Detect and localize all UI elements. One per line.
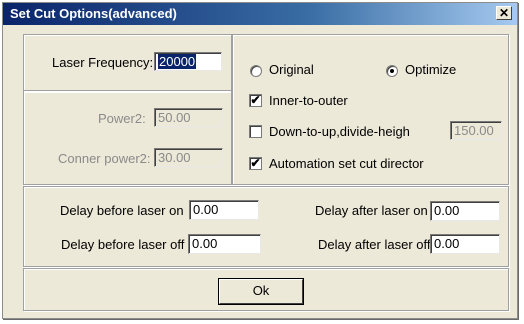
footer-group: Ok — [23, 268, 509, 311]
laser-frequency-group: Laser Frequency: 20000 — [23, 34, 232, 92]
divide-height-value: 150.00 — [454, 123, 494, 138]
corner-power2-value: 30.00 — [158, 150, 191, 165]
delay-after-on-value: 0.00 — [434, 203, 460, 218]
power2-input: 50.00 — [154, 108, 223, 127]
inner-to-outer-checkbox[interactable]: ✔ — [249, 94, 262, 107]
delay-before-on-input[interactable]: 0.00 — [189, 200, 259, 220]
ok-button[interactable]: Ok — [219, 279, 303, 304]
delay-after-off-input[interactable]: 0.00 — [430, 234, 500, 254]
optimize-radio[interactable] — [386, 65, 398, 77]
optimize-radio-label[interactable]: Optimize — [405, 62, 456, 77]
radio-selected-dot — [390, 69, 394, 73]
cut-options-group: Original Optimize ✔ Inner-to-outer Down-… — [232, 34, 509, 185]
delay-before-off-label: Delay before laser off — [61, 237, 185, 252]
delay-before-on-label: Delay before laser on — [60, 203, 184, 218]
delay-after-on-label: Delay after laser on — [315, 203, 428, 218]
title-bar[interactable]: Set Cut Options(advanced) ✕ — [3, 3, 517, 25]
power2-value: 50.00 — [158, 110, 191, 125]
delay-after-on-input[interactable]: 0.00 — [430, 201, 500, 221]
close-button[interactable]: ✕ — [496, 6, 512, 20]
original-radio[interactable] — [250, 65, 262, 77]
laser-frequency-label: Laser Frequency: — [52, 55, 154, 70]
down-to-up-label[interactable]: Down-to-up,divide-heigh — [269, 124, 410, 139]
divide-height-input: 150.00 — [450, 121, 502, 140]
dialog-window: Set Cut Options(advanced) ✕ Laser Freque… — [2, 2, 518, 319]
delay-after-off-label: Delay after laser off — [318, 237, 431, 252]
delay-before-off-value: 0.00 — [192, 236, 218, 251]
laser-frequency-value: 20000 — [158, 54, 197, 69]
automation-checkbox[interactable]: ✔ — [249, 157, 262, 170]
delay-before-off-input[interactable]: 0.00 — [188, 234, 261, 254]
close-icon: ✕ — [498, 6, 510, 20]
automation-label[interactable]: Automation set cut director — [269, 156, 424, 171]
power2-label: Power2: — [98, 111, 146, 126]
window-title: Set Cut Options(advanced) — [10, 6, 177, 21]
laser-frequency-input[interactable]: 20000 — [154, 52, 222, 71]
delay-after-off-value: 0.00 — [434, 236, 460, 251]
corner-power2-input: 30.00 — [154, 148, 223, 167]
down-to-up-checkbox[interactable] — [249, 125, 262, 138]
delay-group: Delay before laser on 0.00 Delay after l… — [23, 186, 509, 267]
corner-power2-label: Conner power2: — [58, 151, 151, 166]
delay-before-on-value: 0.00 — [193, 202, 219, 217]
original-radio-label[interactable]: Original — [269, 62, 314, 77]
inner-to-outer-label[interactable]: Inner-to-outer — [269, 93, 348, 108]
power-group: Power2: 50.00 Conner power2: 30.00 — [23, 90, 232, 185]
